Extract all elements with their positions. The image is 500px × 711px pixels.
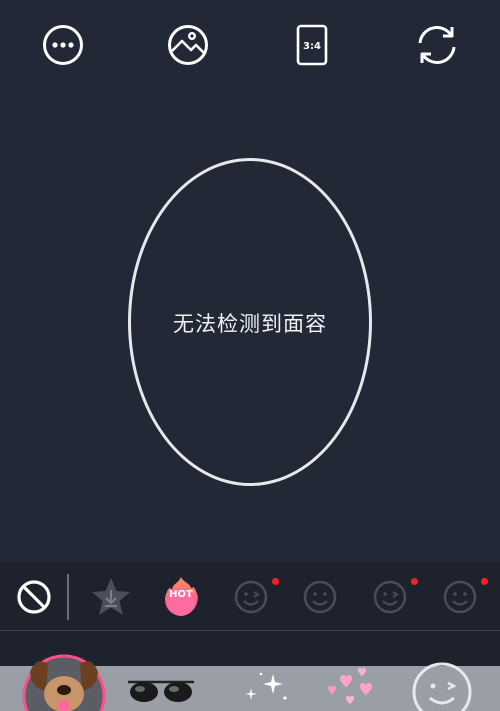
sparkle-icon [245,672,287,700]
wink-face-icon [234,580,268,614]
sticker-wink-placeholder[interactable] [410,656,474,711]
hot-label: HOT [169,589,193,600]
wink-face-icon [373,580,407,614]
top-toolbar: 3:4 [0,0,500,90]
sticker-sparkles[interactable] [235,666,295,711]
hearts-icon [328,667,372,705]
new-badge-dot [272,578,279,585]
smile-face-icon [443,580,477,614]
switch-camera-button[interactable] [415,23,459,67]
sticker-sunglasses[interactable] [126,676,196,711]
gallery-button[interactable] [166,23,210,67]
sticker-floating-hearts[interactable] [320,666,384,711]
face-detect-message: 无法检测到面容 [173,312,327,336]
rotate-camera-icon [418,26,456,64]
new-badge-dot [411,578,418,585]
effects-tray: HOT [0,562,500,711]
tray-divider [0,630,500,631]
tab-category-2[interactable] [297,574,343,620]
ellipsis-circle-icon [43,25,83,65]
wink-face-icon [412,662,472,711]
sticker-puppy-ears[interactable] [18,650,110,711]
tab-hot[interactable]: HOT [158,574,204,620]
aspect-ratio-button[interactable]: 3:4 [290,23,334,67]
tab-category-1[interactable] [228,574,279,620]
star-download-icon [92,578,130,615]
aspect-ratio-label: 3:4 [303,41,321,52]
sunglasses-icon [128,680,194,702]
no-effect-icon [17,580,51,614]
photo-icon [168,25,208,65]
smile-face-icon [303,580,337,614]
aspect-ratio-icon: 3:4 [296,24,328,66]
tab-divider [67,574,69,620]
tab-favorites[interactable] [88,574,134,620]
tab-category-4[interactable] [437,574,488,620]
tab-no-effect[interactable] [11,574,57,620]
tab-category-3[interactable] [367,574,418,620]
sticker-strip [0,654,500,711]
effect-category-tabs: HOT [0,562,500,630]
dog-face-icon [22,654,106,711]
new-badge-dot [481,578,488,585]
more-options-button[interactable] [41,23,85,67]
